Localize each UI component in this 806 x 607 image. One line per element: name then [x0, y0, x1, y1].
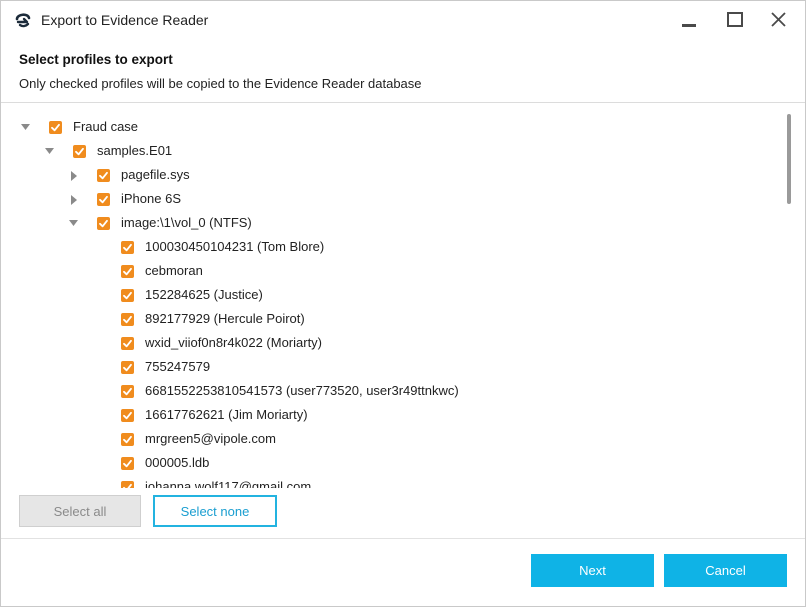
tree-item-label: 100030450104231 (Tom Blore)	[145, 239, 325, 254]
tree-item-label: johanna.wolf117@gmail.com	[145, 479, 312, 488]
profile-tree: Fraud case samples.E01 pagefile.sys iPhone …	[1, 104, 785, 488]
section-subtitle: Only checked profiles will be copied to …	[19, 76, 422, 91]
tree-item[interactable]: wxid_viiof0n8r4k022 (Moriarty)	[1, 331, 785, 355]
tree-item-label: Fraud case	[73, 119, 139, 134]
profile-checkbox[interactable]	[121, 409, 134, 422]
close-icon	[771, 12, 786, 27]
tree-item[interactable]: 6681552253810541573 (user773520, user3r4…	[1, 379, 785, 403]
tree-item-label: image:\1\vol_0 (NTFS)	[121, 215, 252, 230]
expand-down-icon[interactable]	[45, 147, 55, 157]
tree-item-label: iPhone 6S	[121, 191, 181, 206]
profile-checkbox[interactable]	[97, 193, 110, 206]
tree-item[interactable]: pagefile.sys	[1, 163, 785, 187]
divider	[1, 102, 805, 103]
checkmark-icon	[123, 483, 132, 488]
tree-item[interactable]: mrgreen5@vipole.com	[1, 427, 785, 451]
profile-checkbox[interactable]	[73, 145, 86, 158]
profile-checkbox[interactable]	[121, 265, 134, 278]
expand-right-icon[interactable]	[69, 171, 79, 181]
select-all-button[interactable]: Select all	[19, 495, 141, 527]
checkmark-icon	[123, 243, 132, 252]
window-title: Export to Evidence Reader	[41, 12, 209, 28]
checkmark-icon	[123, 315, 132, 324]
title-bar: Export to Evidence Reader	[1, 1, 805, 39]
app-logo-icon	[15, 12, 31, 28]
tree-item[interactable]: image:\1\vol_0 (NTFS)	[1, 211, 785, 235]
checkmark-icon	[123, 339, 132, 348]
tree-item[interactable]: johanna.wolf117@gmail.com	[1, 475, 785, 488]
tree-item[interactable]: 152284625 (Justice)	[1, 283, 785, 307]
checkmark-icon	[123, 411, 132, 420]
tree-item[interactable]: iPhone 6S	[1, 187, 785, 211]
tree-item[interactable]: 100030450104231 (Tom Blore)	[1, 235, 785, 259]
checkmark-icon	[75, 147, 84, 156]
tree-item-label: 000005.ldb	[145, 455, 210, 470]
profile-checkbox[interactable]	[97, 169, 110, 182]
checkmark-icon	[123, 387, 132, 396]
profile-checkbox[interactable]	[121, 241, 134, 254]
tree-item[interactable]: 16617762621 (Jim Moriarty)	[1, 403, 785, 427]
tree-item-label: 892177929 (Hercule Poirot)	[145, 311, 305, 326]
expand-down-icon[interactable]	[69, 219, 79, 229]
profile-checkbox[interactable]	[97, 217, 110, 230]
profile-checkbox[interactable]	[121, 385, 134, 398]
profile-checkbox[interactable]	[121, 313, 134, 326]
checkmark-icon	[123, 267, 132, 276]
checkmark-icon	[99, 171, 108, 180]
checkmark-icon	[51, 123, 60, 132]
maximize-icon	[727, 12, 743, 27]
checkmark-icon	[123, 435, 132, 444]
profile-checkbox[interactable]	[121, 457, 134, 470]
profile-checkbox[interactable]	[121, 433, 134, 446]
profile-checkbox[interactable]	[121, 289, 134, 302]
minimize-icon	[682, 24, 696, 27]
minimize-button[interactable]	[675, 7, 703, 33]
tree-item[interactable]: Fraud case	[1, 115, 785, 139]
profile-checkbox[interactable]	[121, 361, 134, 374]
checkmark-icon	[123, 459, 132, 468]
checkmark-icon	[123, 363, 132, 372]
checkmark-icon	[99, 195, 108, 204]
expand-right-icon[interactable]	[69, 195, 79, 205]
tree-item-label: 16617762621 (Jim Moriarty)	[145, 407, 308, 422]
tree-item-label: 6681552253810541573 (user773520, user3r4…	[145, 383, 459, 398]
maximize-button[interactable]	[721, 7, 749, 33]
divider	[1, 538, 805, 539]
profile-checkbox[interactable]	[121, 481, 134, 488]
checkmark-icon	[123, 291, 132, 300]
expand-down-icon[interactable]	[21, 123, 31, 133]
tree-item[interactable]: 892177929 (Hercule Poirot)	[1, 307, 785, 331]
tree-item-label: cebmoran	[145, 263, 203, 278]
tree-item-label: pagefile.sys	[121, 167, 190, 182]
close-button[interactable]	[765, 7, 793, 33]
tree-item-label: wxid_viiof0n8r4k022 (Moriarty)	[145, 335, 323, 350]
tree-item-label: mrgreen5@vipole.com	[145, 431, 276, 446]
select-none-button[interactable]: Select none	[153, 495, 277, 527]
tree-item-label: 152284625 (Justice)	[145, 287, 263, 302]
tree-item[interactable]: cebmoran	[1, 259, 785, 283]
tree-item[interactable]: samples.E01	[1, 139, 785, 163]
profile-checkbox[interactable]	[49, 121, 62, 134]
tree-item[interactable]: 755247579	[1, 355, 785, 379]
export-dialog: Export to Evidence Reader Select profile…	[0, 0, 806, 607]
tree-item-label: 755247579	[145, 359, 211, 374]
section-title: Select profiles to export	[19, 52, 173, 67]
profile-checkbox[interactable]	[121, 337, 134, 350]
next-button[interactable]: Next	[531, 554, 654, 587]
tree-item-label: samples.E01	[97, 143, 173, 158]
checkmark-icon	[99, 219, 108, 228]
cancel-button[interactable]: Cancel	[664, 554, 787, 587]
scrollbar-thumb[interactable]	[787, 114, 791, 204]
tree-item[interactable]: 000005.ldb	[1, 451, 785, 475]
